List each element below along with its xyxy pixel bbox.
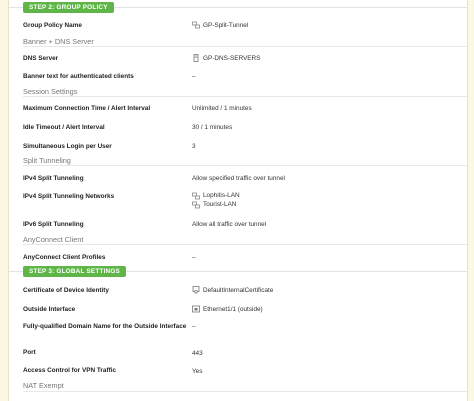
outside-interface-text: Ethernet1/1 (outside) [203,305,263,313]
outside-interface-label: Outside Interface [23,306,76,313]
network-item-text: Lophitis-LAN [203,192,240,199]
certificate-icon [192,286,200,294]
step2-badge: STEP 2: GROUP POLICY [23,2,114,13]
ipv4-split-value: Allow specified traffic over tunnel [192,175,285,182]
ipv4-networks-label: IPv4 Split Tunneling Networks [23,193,115,200]
split-tunneling-divider [23,165,467,166]
banner-text-label: Banner text for authenticated clients [23,73,134,80]
idle-timeout-label: Idle Timeout / Alert Interval [23,124,105,131]
nat-exempt-divider [23,391,467,392]
session-settings-divider [23,96,467,97]
banner-dns-divider [23,46,467,47]
network-object-icon [192,192,200,200]
interface-icon [192,305,200,313]
network-item: Tourist-LAN [192,200,236,209]
fqdn-value: – [192,323,196,330]
network-item-text: Tourist-LAN [203,201,237,208]
dns-server-label: DNS Server [23,55,59,62]
anyconnect-client-divider [23,244,467,245]
idle-timeout-value: 30 / 1 minutes [192,124,233,131]
simultaneous-login-value: 3 [192,143,196,150]
ipv4-networks-value: Lophitis-LAN Tourist-LAN [192,191,240,209]
certificate-label: Certificate of Device Identity [23,287,109,294]
group-policy-name-text: GP-Split-Tunnel [203,21,249,29]
nat-exempt-header: NAT Exempt [23,381,64,390]
ipv6-split-value: Allow all traffic over tunnel [192,221,267,228]
dns-server-value: GP-DNS-SERVERS [192,54,260,62]
anyconnect-profiles-label: AnyConnect Client Profiles [23,254,106,261]
banner-dns-header: Banner + DNS Server [23,37,94,46]
port-label: Port [23,349,36,356]
network-object-icon [192,201,200,209]
step3-badge: STEP 3: GLOBAL SETTINGS [23,266,127,277]
anyconnect-client-header: AnyConnect Client [23,235,84,244]
network-item: Lophitis-LAN [192,191,240,200]
certificate-value: DefaultInternalCertificate [192,286,273,294]
session-settings-header: Session Settings [23,87,78,96]
server-icon [192,54,200,62]
group-policy-name-value: GP-Split-Tunnel [192,21,248,29]
certificate-text: DefaultInternalCertificate [203,286,274,294]
dns-server-text: GP-DNS-SERVERS [203,54,261,62]
fqdn-label: Fully-qualified Domain Name for the Outs… [23,323,187,330]
vpn-summary-panel: STEP 2: GROUP POLICY Group Policy Name G… [8,0,468,401]
outside-interface-value: Ethernet1/1 (outside) [192,305,263,313]
access-control-value: Yes [192,368,203,375]
anyconnect-profiles-value: – [192,254,196,261]
max-connection-value: Unlimited / 1 minutes [192,105,252,112]
simultaneous-login-label: Simultaneous Login per User [23,143,112,150]
access-control-label: Access Control for VPN Traffic [23,367,117,374]
port-value: 443 [192,350,203,357]
banner-text-value: – [192,73,196,80]
group-policy-name-label: Group Policy Name [23,22,82,29]
ipv4-split-label: IPv4 Split Tunneling [23,175,84,182]
ipv6-split-label: IPv6 Split Tunneling [23,221,84,228]
split-tunneling-header: Split Tunneling [23,156,71,165]
max-connection-label: Maximum Connection Time / Alert Interval [23,105,151,112]
network-object-icon [192,21,200,29]
